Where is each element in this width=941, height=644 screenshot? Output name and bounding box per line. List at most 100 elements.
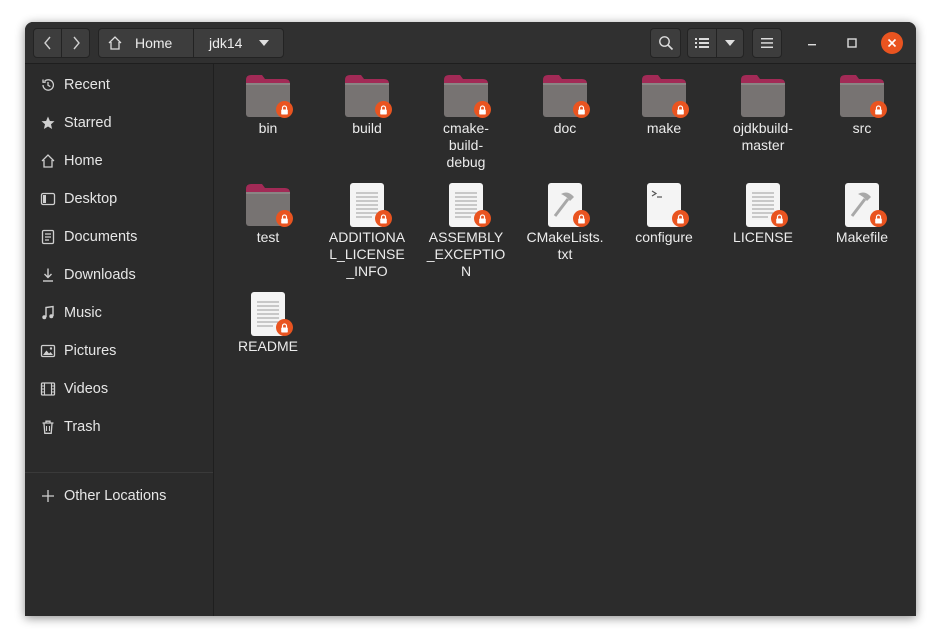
star-icon (39, 114, 57, 132)
sidebar-item-label: Recent (64, 77, 110, 93)
folder-icon (541, 72, 590, 120)
file-item-assembly-exception[interactable]: ASSEMBLY_EXCEPTION (418, 181, 514, 280)
hamburger-menu-icon (761, 38, 773, 48)
documents-icon (39, 228, 57, 246)
lock-icon (672, 101, 689, 118)
minimize-button[interactable] (803, 34, 821, 52)
sidebar-item-label: Downloads (64, 267, 136, 283)
sidebar-item-label: Music (64, 305, 102, 321)
breadcrumb-home-label: Home (135, 35, 173, 51)
chevron-down-icon (725, 40, 735, 46)
list-view-button[interactable] (687, 28, 717, 58)
sidebar-item-pictures[interactable]: Pictures (25, 333, 213, 369)
breadcrumb-home[interactable]: Home (98, 28, 194, 58)
sidebar-item-label: Desktop (64, 191, 118, 207)
plus-icon (39, 487, 57, 505)
folder-icon (640, 72, 689, 120)
file-name: Makefile (835, 229, 889, 245)
file-item-ojdkbuild-master[interactable]: ojdkbuild-master (715, 72, 811, 154)
text-file-icon (442, 181, 491, 229)
sidebar-item-home[interactable]: Home (25, 143, 213, 179)
text-file-icon (739, 181, 788, 229)
clock-icon (39, 76, 57, 94)
file-manager-window: Home jdk14 Recent Starred Home Desktop D… (25, 22, 916, 616)
home-icon (108, 36, 122, 50)
sidebar-item-trash[interactable]: Trash (25, 409, 213, 445)
maximize-icon (847, 38, 857, 48)
sidebar-item-label: Documents (64, 229, 138, 245)
lock-icon (276, 319, 293, 336)
file-name: ADDITIONAL_LICENSE_INFO (328, 229, 406, 279)
breadcrumb-current-label: jdk14 (209, 35, 243, 51)
file-item-cmake-build-debug[interactable]: cmake-build-debug (418, 72, 514, 171)
sidebar-item-starred[interactable]: Starred (25, 105, 213, 141)
back-button[interactable] (33, 28, 62, 58)
text-file-icon (343, 181, 392, 229)
file-item-src[interactable]: src (814, 72, 910, 137)
lock-icon (573, 210, 590, 227)
search-button[interactable] (650, 28, 681, 58)
view-options-button[interactable] (716, 28, 744, 58)
file-item-make[interactable]: make (616, 72, 712, 137)
script-file-icon (640, 181, 689, 229)
sidebar-item-label: Trash (64, 419, 101, 435)
file-item-cmakelists[interactable]: CMakeLists.txt (517, 181, 613, 263)
folder-icon (343, 72, 392, 120)
text-file-icon (244, 290, 293, 338)
sidebar-item-other-locations[interactable]: Other Locations (25, 478, 213, 514)
close-button[interactable] (881, 32, 903, 54)
build-file-icon (838, 181, 887, 229)
file-item-doc[interactable]: doc (517, 72, 613, 137)
file-item-configure[interactable]: configure (616, 181, 712, 246)
file-item-bin[interactable]: bin (220, 72, 316, 137)
sidebar-item-music[interactable]: Music (25, 295, 213, 331)
lock-icon (870, 210, 887, 227)
file-name: CMakeLists.txt (526, 229, 604, 262)
sidebar-item-documents[interactable]: Documents (25, 219, 213, 255)
folder-icon (442, 72, 491, 120)
maximize-button[interactable] (843, 34, 861, 52)
file-item-test[interactable]: test (220, 181, 316, 246)
sidebar-item-label: Pictures (64, 343, 117, 359)
breadcrumb-current[interactable]: jdk14 (193, 28, 284, 58)
lock-icon (276, 101, 293, 118)
file-item-build[interactable]: build (319, 72, 415, 137)
file-name: ASSEMBLY_EXCEPTION (426, 229, 506, 279)
file-name: ojdkbuild-master (733, 120, 793, 153)
file-item-makefile[interactable]: Makefile (814, 181, 910, 246)
pictures-icon (39, 342, 57, 360)
folder-icon (838, 72, 887, 120)
file-name: bin (258, 120, 278, 136)
lock-icon (870, 101, 887, 118)
search-icon (658, 36, 673, 51)
minimize-icon (808, 44, 816, 46)
file-name: README (238, 338, 298, 354)
menu-button[interactable] (752, 28, 782, 58)
lock-icon (474, 210, 491, 227)
videos-icon (39, 380, 57, 398)
file-item-readme[interactable]: README (220, 290, 316, 355)
file-item-license[interactable]: LICENSE (715, 181, 811, 246)
chevron-left-icon (43, 36, 51, 50)
sidebar-item-videos[interactable]: Videos (25, 371, 213, 407)
file-name: test (256, 229, 280, 245)
forward-button[interactable] (61, 28, 90, 58)
download-icon (39, 266, 57, 284)
sidebar-item-desktop[interactable]: Desktop (25, 181, 213, 217)
file-item-additional-license-info[interactable]: ADDITIONAL_LICENSE_INFO (319, 181, 415, 280)
folder-icon (244, 72, 293, 120)
file-grid: bin build cmake-build-debug doc make ojd… (214, 64, 916, 616)
header-bar: Home jdk14 (25, 22, 916, 64)
lock-icon (375, 101, 392, 118)
sidebar-item-label: Starred (64, 115, 112, 131)
lock-icon (375, 210, 392, 227)
file-name: src (852, 120, 872, 136)
file-name: cmake-build-debug (443, 120, 489, 170)
list-view-icon (695, 38, 709, 48)
lock-icon (672, 210, 689, 227)
sidebar-item-downloads[interactable]: Downloads (25, 257, 213, 293)
home-icon (39, 152, 57, 170)
sidebar-item-recent[interactable]: Recent (25, 67, 213, 103)
sidebar-item-label: Other Locations (64, 488, 167, 504)
file-name: build (352, 120, 382, 136)
